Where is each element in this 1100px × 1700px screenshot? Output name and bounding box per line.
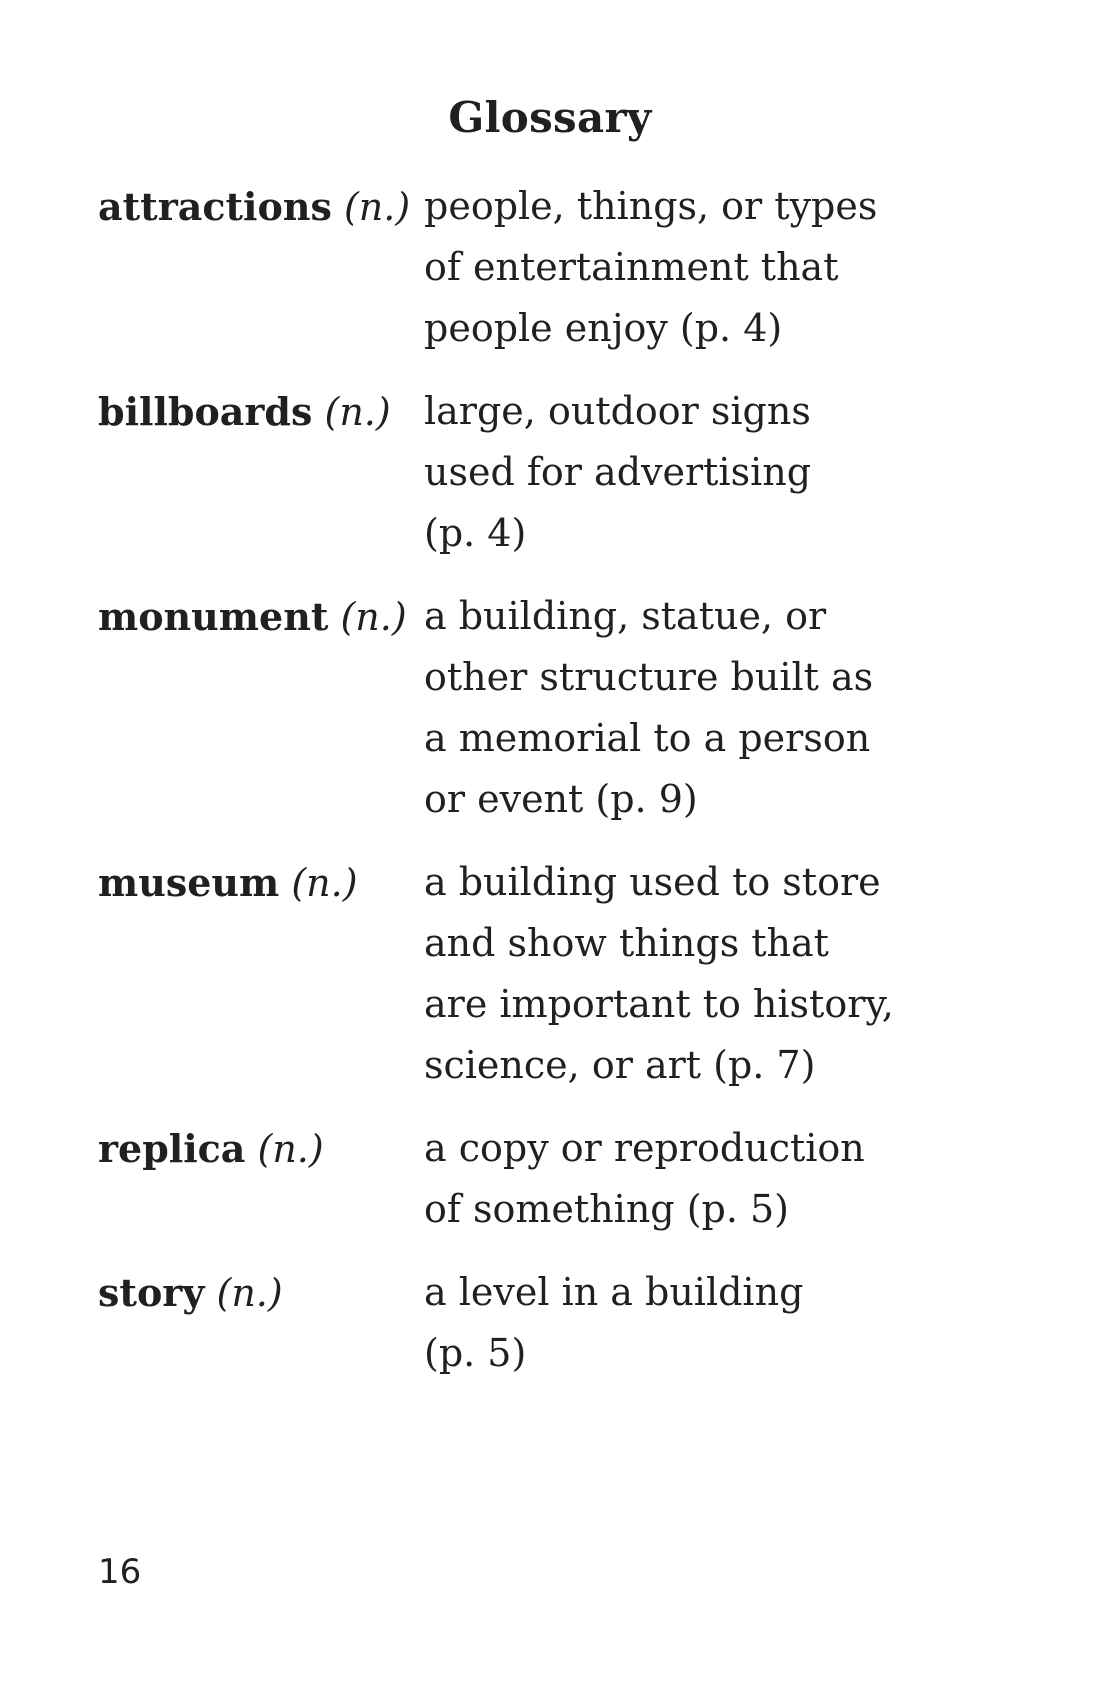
glossary-term: museum (98, 860, 280, 905)
definition-line: people enjoy (p. 4) (424, 306, 783, 350)
part-of-speech: (n.) (340, 595, 407, 639)
glossary-entry: attractions (n.) people, things, or types… (98, 176, 938, 359)
glossary-definition: a copy or reproduction of something (p. 5… (424, 1118, 924, 1240)
glossary-term-cell: replica (n.) (98, 1118, 424, 1180)
glossary-definition: a building, statue, or other structure bu… (424, 586, 924, 830)
definition-line: a building used to store (424, 860, 881, 904)
definition-line: a building, statue, or (424, 594, 827, 638)
glossary-term-cell: attractions (n.) (98, 176, 424, 238)
part-of-speech: (n.) (343, 185, 411, 229)
part-of-speech: (n.) (324, 390, 391, 434)
part-of-speech: (n.) (257, 1127, 324, 1171)
glossary-entry: monument (n.) a building, statue, or other… (98, 586, 938, 830)
definition-line: science, or art (p. 7) (424, 1043, 816, 1087)
glossary-definition: a building used to store and show things … (424, 852, 924, 1096)
glossary-entry: story (n.) a level in a building (p. 5) (98, 1262, 938, 1384)
definition-line: of something (p. 5) (424, 1187, 790, 1231)
part-of-speech: (n.) (216, 1271, 283, 1315)
definition-line: large, outdoor signs (424, 389, 811, 433)
definition-line: a memorial to a person (424, 716, 871, 760)
glossary-definition: a level in a building (p. 5) (424, 1262, 924, 1384)
definition-line: (p. 5) (424, 1331, 527, 1375)
glossary-term-cell: story (n.) (98, 1262, 424, 1324)
glossary-entry: museum (n.) a building used to store and s… (98, 852, 938, 1096)
glossary-list: attractions (n.) people, things, or types… (98, 176, 938, 1384)
glossary-term: monument (98, 594, 329, 639)
definition-line: other structure built as (424, 655, 874, 699)
definition-line: a level in a building (424, 1270, 804, 1314)
glossary-entry: replica (n.) a copy or reproduction of som… (98, 1118, 938, 1240)
definition-line: and show things that (424, 921, 829, 965)
definition-line: used for advertising (424, 450, 812, 494)
glossary-term-cell: monument (n.) (98, 586, 424, 648)
glossary-term-cell: billboards (n.) (98, 381, 424, 443)
glossary-definition: large, outdoor signs used for advertising… (424, 381, 924, 564)
glossary-term: story (98, 1270, 205, 1315)
definition-line: a copy or reproduction (424, 1126, 865, 1170)
page-number: 16 (98, 1552, 142, 1592)
definition-line: are important to history, (424, 982, 894, 1026)
definition-line: (p. 4) (424, 511, 527, 555)
glossary-term: attractions (98, 184, 332, 229)
glossary-term-cell: museum (n.) (98, 852, 424, 914)
definition-line: of entertainment that (424, 245, 839, 289)
glossary-definition: people, things, or types of entertainment… (424, 176, 924, 359)
page-title: Glossary (448, 93, 652, 142)
glossary-term: billboards (98, 389, 313, 434)
glossary-entry: billboards (n.) large, outdoor signs used … (98, 381, 938, 564)
part-of-speech: (n.) (291, 861, 358, 905)
definition-line: people, things, or types (424, 184, 878, 228)
definition-line: or event (p. 9) (424, 777, 698, 821)
glossary-term: replica (98, 1126, 246, 1171)
